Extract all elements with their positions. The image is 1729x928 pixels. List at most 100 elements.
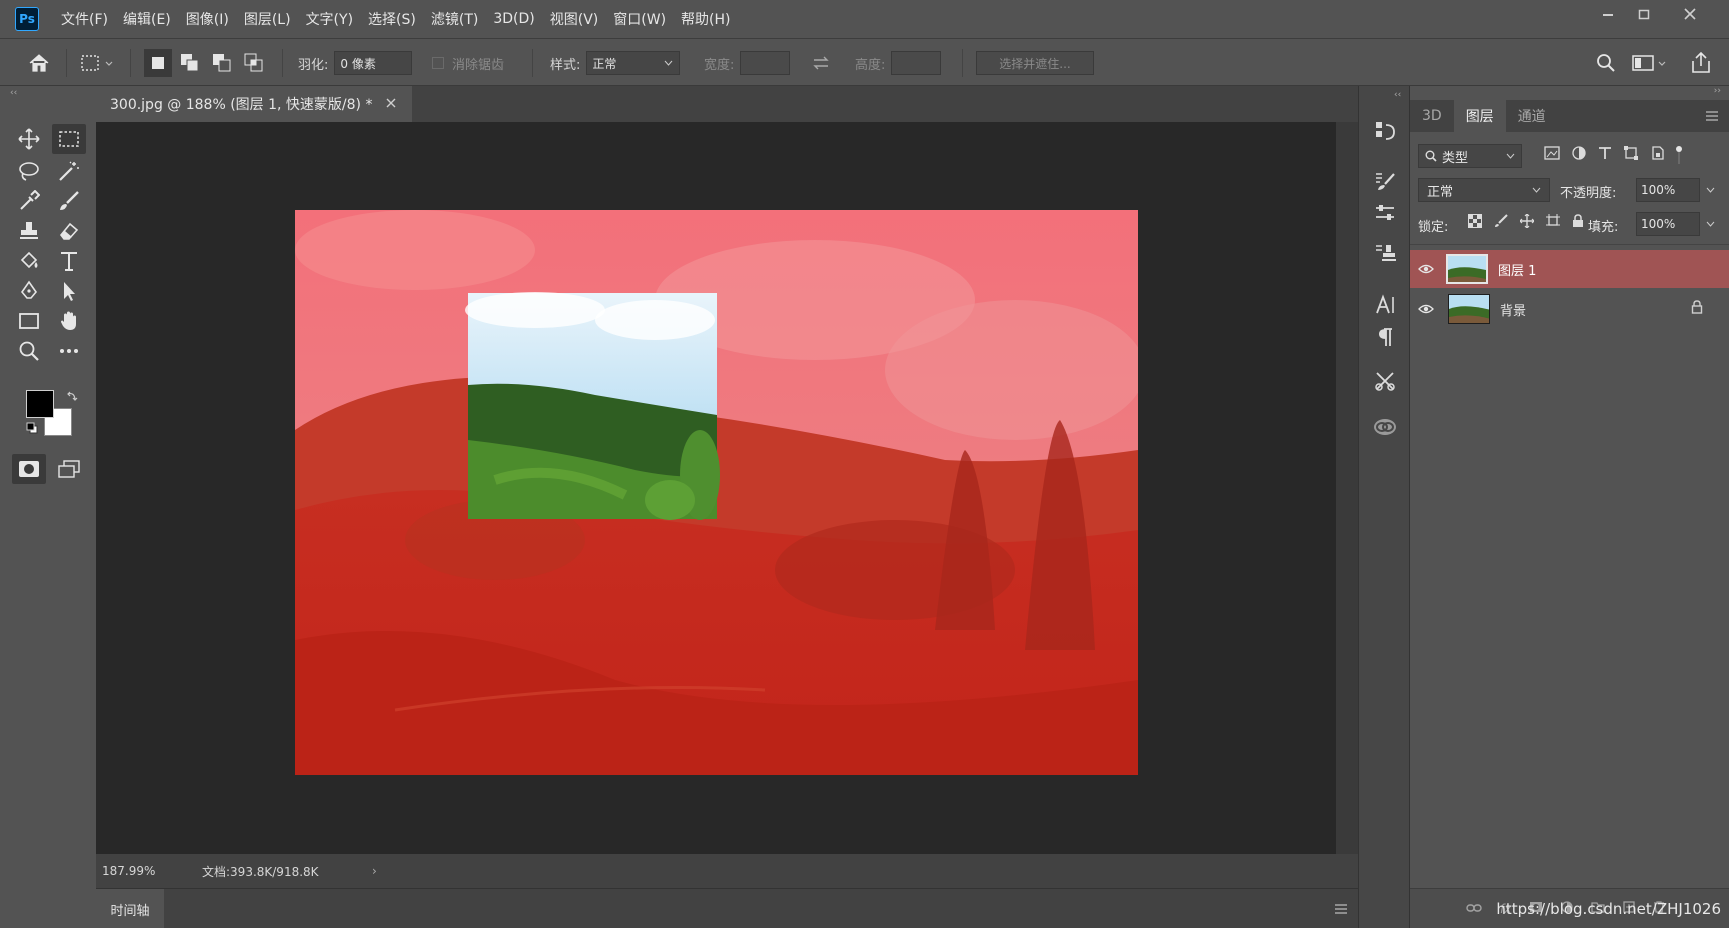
quick-mask-mode-icon[interactable] xyxy=(12,454,46,484)
intersect-selection-icon[interactable] xyxy=(244,39,264,87)
filter-pixel-icon[interactable] xyxy=(1544,146,1560,164)
eraser-tool-icon[interactable] xyxy=(52,216,86,246)
document-tab[interactable]: 300.jpg @ 188% (图层 1, 快速蒙版/8) * xyxy=(96,86,412,122)
antialias-checkbox[interactable] xyxy=(432,57,444,69)
clone-stamp-tool-icon[interactable] xyxy=(12,216,46,246)
filter-type-icon[interactable] xyxy=(1598,146,1612,164)
layer-filter-select[interactable]: 类型 xyxy=(1418,144,1522,168)
feather-input[interactable]: 0 像素 xyxy=(334,51,413,75)
paragraph-icon[interactable] xyxy=(1370,322,1400,352)
clone-source-icon[interactable] xyxy=(1370,238,1400,268)
tool-presets-icon[interactable] xyxy=(1370,366,1400,396)
tab-3d[interactable]: 3D xyxy=(1410,100,1454,132)
filter-toggle-icon[interactable] xyxy=(1676,146,1682,164)
opacity-input[interactable]: 100% xyxy=(1636,178,1700,202)
menu-help[interactable]: 帮助(H) xyxy=(681,9,730,29)
collapse-toolbar-icon[interactable]: ‹‹ xyxy=(10,88,17,98)
new-selection-icon[interactable] xyxy=(144,39,172,87)
tab-channels[interactable]: 通道 xyxy=(1506,100,1558,132)
rectangle-tool-icon[interactable] xyxy=(12,306,46,336)
menu-3d[interactable]: 3D(D) xyxy=(493,11,534,27)
menu-layer[interactable]: 图层(L) xyxy=(244,9,291,29)
workspace-icon[interactable] xyxy=(1632,39,1668,87)
select-and-mask-button[interactable]: 选择并遮住... xyxy=(976,51,1094,75)
menu-select[interactable]: 选择(S) xyxy=(368,9,416,29)
type-tool-icon[interactable] xyxy=(52,246,86,276)
foreground-color-swatch[interactable] xyxy=(26,390,54,418)
path-selection-tool-icon[interactable] xyxy=(52,276,86,306)
libraries-icon[interactable] xyxy=(1370,412,1400,442)
lasso-tool-icon[interactable] xyxy=(12,156,46,186)
menu-view[interactable]: 视图(V) xyxy=(550,9,599,29)
close-tab-icon[interactable] xyxy=(386,96,396,112)
maximize-icon[interactable] xyxy=(1626,4,1662,24)
chevron-down-icon xyxy=(1706,221,1714,227)
layer-row-layer1[interactable]: 图层 1 xyxy=(1410,250,1729,288)
swap-colors-icon[interactable] xyxy=(66,390,78,406)
more-tools-icon[interactable] xyxy=(52,336,86,366)
menu-file[interactable]: 文件(F) xyxy=(61,9,108,29)
lock-image-pixels-icon[interactable] xyxy=(1494,214,1508,232)
filter-smart-object-icon[interactable] xyxy=(1650,146,1664,164)
menu-image[interactable]: 图像(I) xyxy=(186,9,229,29)
brush-settings-icon[interactable] xyxy=(1370,166,1400,196)
panel-menu-icon[interactable] xyxy=(1705,100,1719,132)
paint-bucket-tool-icon[interactable] xyxy=(12,246,46,276)
tab-layers[interactable]: 图层 xyxy=(1453,100,1506,132)
swap-dimensions-icon[interactable] xyxy=(812,39,830,87)
fill-slider-toggle[interactable] xyxy=(1700,212,1720,236)
home-icon[interactable] xyxy=(28,39,50,87)
vertical-scrollbar[interactable] xyxy=(1336,122,1358,854)
collapse-dock-icon[interactable]: ‹‹ xyxy=(1394,90,1401,100)
move-tool-icon[interactable] xyxy=(12,124,46,154)
menu-filter[interactable]: 滤镜(T) xyxy=(431,9,478,29)
add-to-selection-icon[interactable] xyxy=(180,39,200,87)
layer-name[interactable]: 背景 xyxy=(1500,300,1526,319)
zoom-level[interactable]: 187.99% xyxy=(102,864,188,878)
brush-tool-icon[interactable] xyxy=(52,186,86,216)
timeline-menu-icon[interactable] xyxy=(1334,903,1348,918)
lock-all-icon[interactable] xyxy=(1572,214,1584,232)
menu-edit[interactable]: 编辑(E) xyxy=(123,9,171,29)
character-icon[interactable] xyxy=(1370,290,1400,320)
default-colors-icon[interactable] xyxy=(26,422,38,438)
collapse-panel-icon[interactable]: ›› xyxy=(1714,86,1721,96)
filter-shape-icon[interactable] xyxy=(1624,146,1638,164)
lock-transparent-pixels-icon[interactable] xyxy=(1468,214,1482,232)
opacity-slider-toggle[interactable] xyxy=(1700,178,1720,202)
layer-thumbnail xyxy=(1448,294,1490,324)
layer-row-background[interactable]: 背景 xyxy=(1410,290,1729,328)
minimize-icon[interactable] xyxy=(1590,4,1626,24)
menu-type[interactable]: 文字(Y) xyxy=(306,9,353,29)
rectangular-marquee-tool-icon[interactable] xyxy=(52,124,86,154)
lock-artboard-icon[interactable] xyxy=(1546,214,1560,232)
adjustments-icon[interactable] xyxy=(1370,198,1400,228)
height-input[interactable] xyxy=(891,51,942,75)
magic-wand-tool-icon[interactable] xyxy=(52,156,86,186)
visibility-eye-icon[interactable] xyxy=(1410,304,1442,314)
menu-window[interactable]: 窗口(W) xyxy=(613,9,666,29)
search-icon[interactable] xyxy=(1596,39,1616,87)
link-layers-icon[interactable] xyxy=(1466,902,1482,917)
share-icon[interactable] xyxy=(1690,39,1712,87)
screen-mode-icon[interactable] xyxy=(52,454,86,484)
subtract-from-selection-icon[interactable] xyxy=(212,39,232,87)
zoom-tool-icon[interactable] xyxy=(12,336,46,366)
timeline-tab[interactable]: 时间轴 xyxy=(96,889,164,928)
status-arrow-icon[interactable]: › xyxy=(372,864,377,878)
fill-input[interactable]: 100% xyxy=(1636,212,1700,236)
filter-adjustment-icon[interactable] xyxy=(1572,146,1586,164)
blend-mode-select[interactable]: 正常 xyxy=(1418,178,1550,202)
style-select[interactable]: 正常 xyxy=(586,51,681,75)
canvas-image[interactable] xyxy=(295,210,1138,775)
layer-name[interactable]: 图层 1 xyxy=(1498,260,1536,279)
close-window-icon[interactable] xyxy=(1672,4,1708,24)
pen-tool-icon[interactable] xyxy=(12,276,46,306)
eyedropper-tool-icon[interactable] xyxy=(12,186,46,216)
hand-tool-icon[interactable] xyxy=(52,306,86,336)
lock-position-icon[interactable] xyxy=(1519,213,1535,232)
marquee-preset-icon[interactable] xyxy=(80,39,116,87)
visibility-eye-icon[interactable] xyxy=(1410,264,1442,274)
width-input[interactable] xyxy=(740,51,791,75)
history-icon[interactable] xyxy=(1370,116,1400,146)
